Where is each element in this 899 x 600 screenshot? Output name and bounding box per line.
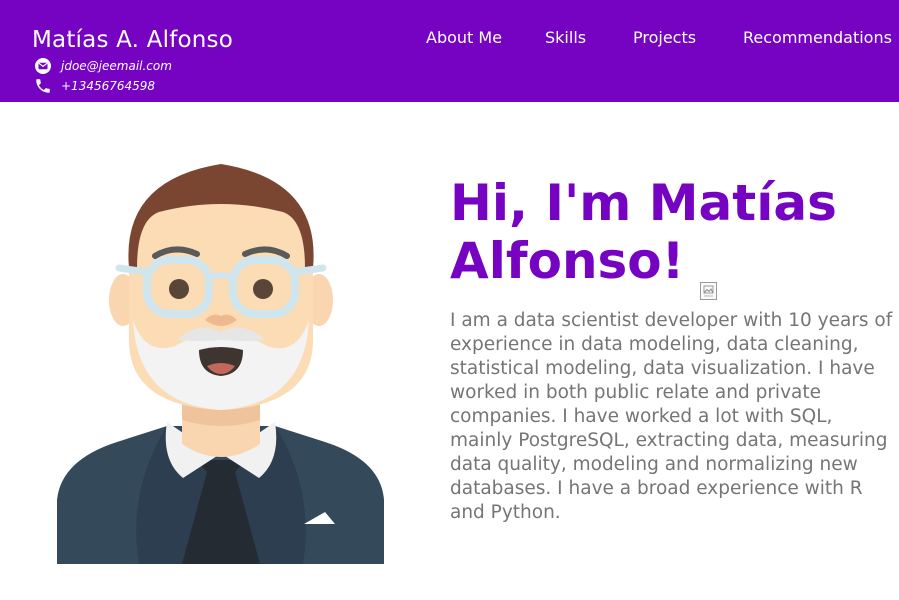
contact-phone: +13456764598 — [34, 77, 155, 95]
email-icon — [34, 57, 52, 75]
broken-image-icon — [700, 254, 718, 300]
greeting-text: Hi, I'm Matías Alfonso! — [450, 174, 837, 290]
nav-item-projects[interactable]: Projects — [633, 28, 696, 47]
avatar-illustration — [57, 160, 385, 564]
phone-text: +13456764598 — [61, 79, 156, 93]
nav-item-skills[interactable]: Skills — [545, 28, 586, 47]
phone-icon — [34, 77, 52, 95]
site-header: Matías A. Alfonso jdoe@jeemail.com +1345… — [0, 0, 899, 102]
contact-email: jdoe@jeemail.com — [34, 57, 172, 75]
hero-intro: I am a data scientist developer with 10 … — [450, 310, 893, 523]
main-nav: About Me Skills Projects Recommendations — [0, 28, 899, 48]
hero-greeting: Hi, I'm Matías Alfonso! — [450, 174, 870, 300]
email-text: jdoe@jeemail.com — [61, 59, 172, 73]
nav-item-about-me[interactable]: About Me — [426, 28, 502, 47]
nav-item-recommendations[interactable]: Recommendations — [743, 28, 892, 47]
